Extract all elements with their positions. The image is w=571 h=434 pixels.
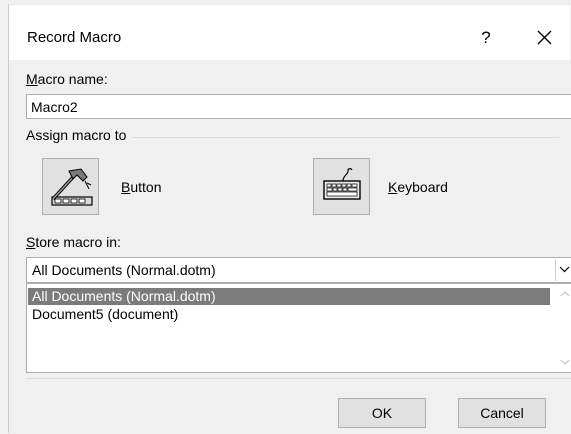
scroll-up-icon[interactable]	[560, 291, 570, 297]
title-bar: Record Macro ?	[9, 5, 570, 60]
divider	[26, 378, 571, 379]
record-macro-dialog: Record Macro ? Macro name: Macro2 Assign…	[8, 4, 571, 433]
assign-button-button[interactable]	[42, 158, 99, 215]
keyboard-icon	[323, 168, 361, 200]
dialog-title: Record Macro	[27, 29, 122, 46]
help-icon: ?	[481, 28, 491, 47]
listbox-scrollbar[interactable]	[556, 285, 571, 371]
close-icon	[537, 30, 551, 45]
cancel-button[interactable]: Cancel	[458, 398, 546, 428]
hammer-toolbar-icon	[51, 168, 93, 206]
list-item-all-documents[interactable]: All Documents (Normal.dotm)	[28, 288, 550, 305]
scroll-down-icon[interactable]	[560, 359, 570, 365]
dropdown-arrow-button[interactable]	[555, 259, 571, 281]
keyboard-label: Keyboard	[388, 179, 448, 195]
store-macro-listbox[interactable]: All Documents (Normal.dotm) Document5 (d…	[26, 283, 571, 373]
help-button[interactable]: ?	[471, 23, 501, 53]
close-button[interactable]	[529, 23, 559, 53]
store-macro-label: Store macro in:	[26, 234, 121, 250]
list-item-document5[interactable]: Document5 (document)	[28, 306, 178, 323]
store-macro-selected-value: All Documents (Normal.dotm)	[32, 262, 216, 278]
store-macro-dropdown[interactable]: All Documents (Normal.dotm)	[26, 257, 571, 283]
assign-keyboard-button[interactable]	[313, 158, 370, 215]
button-label: Button	[121, 179, 162, 195]
ok-button[interactable]: OK	[338, 398, 426, 428]
macro-name-input[interactable]: Macro2	[26, 94, 571, 119]
chevron-down-icon	[559, 266, 570, 273]
assign-macro-group: Assign macro to	[26, 127, 559, 145]
assign-macro-label: Assign macro to	[26, 127, 133, 143]
macro-name-label: Macro name:	[26, 71, 108, 87]
